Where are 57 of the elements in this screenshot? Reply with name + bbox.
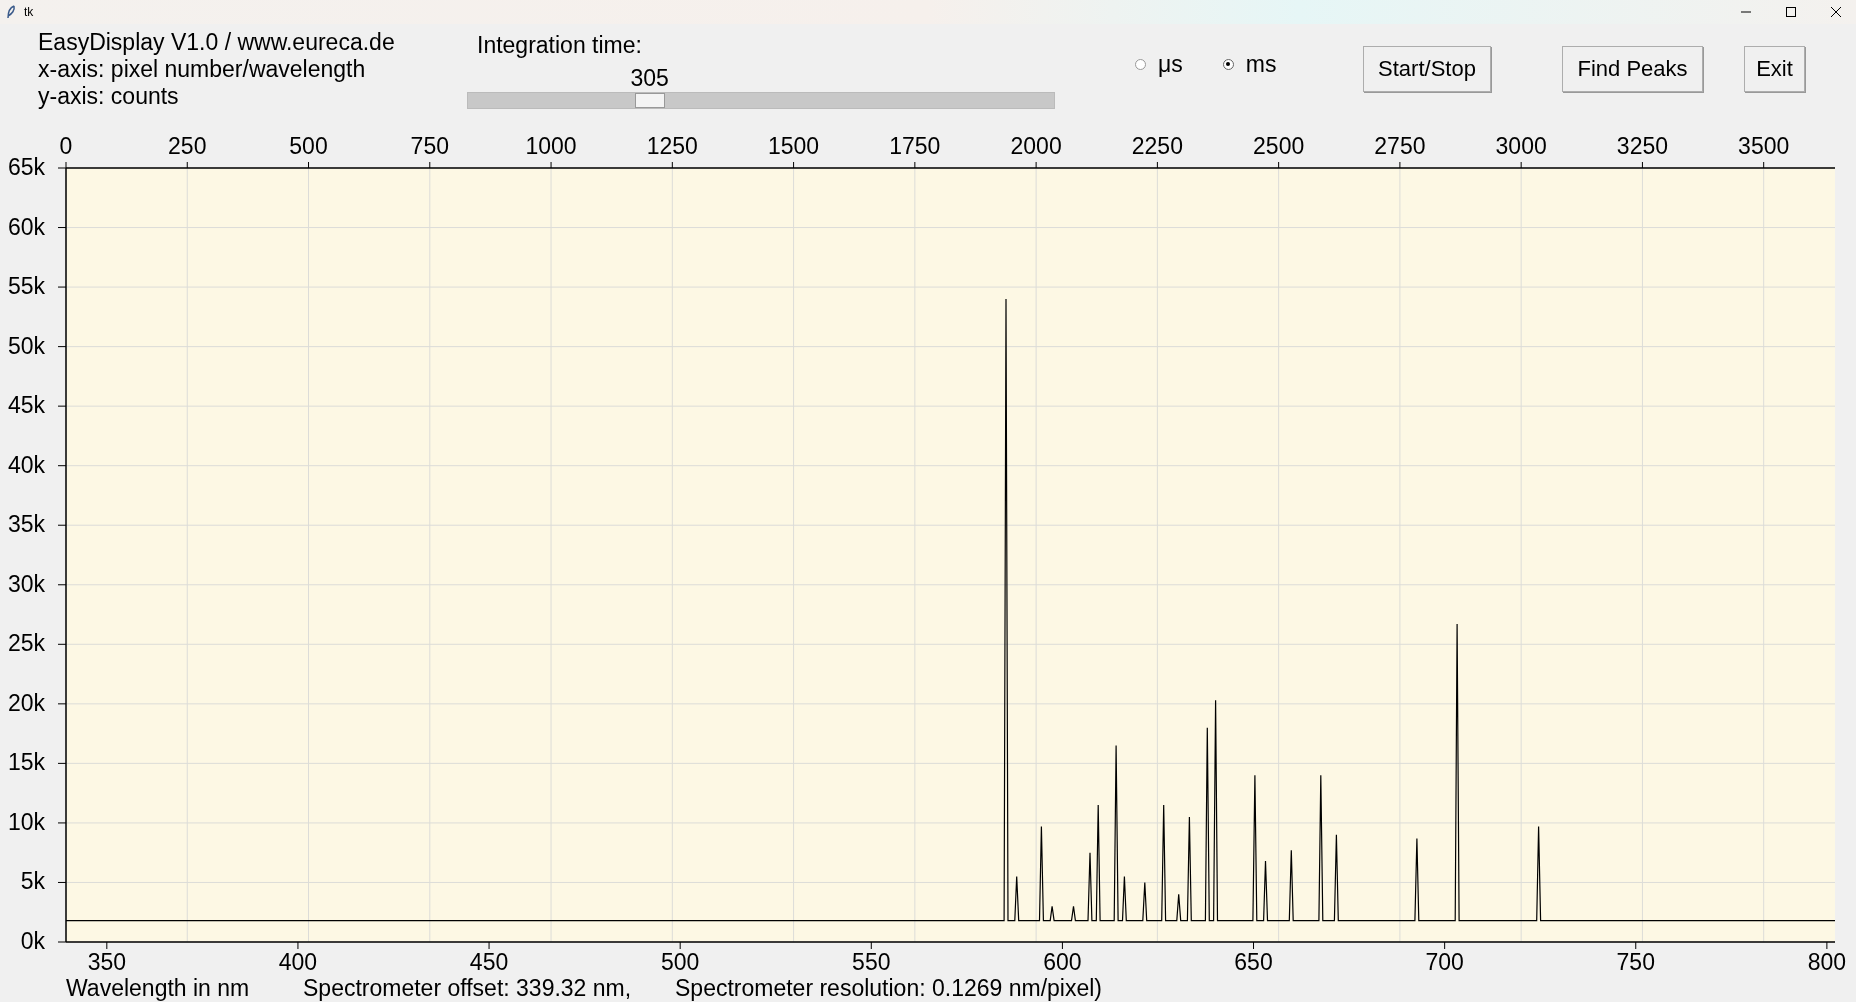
axis-tick-label: 250 [168, 133, 207, 159]
axis-tick-label: 550 [852, 949, 891, 975]
footer-text: Wavelength in nm [66, 975, 251, 1002]
axis-tick-label: 1000 [525, 133, 577, 159]
axis-tick-label: 0 [59, 133, 73, 159]
axis-tick-label: 3250 [1616, 133, 1668, 159]
feather-icon [6, 5, 16, 19]
action-button[interactable]: Find Peaks [1562, 46, 1703, 92]
close-icon[interactable] [1830, 6, 1842, 18]
axis-tick-label: 750 [1616, 949, 1655, 975]
axis-tick-label: 40k [7, 451, 45, 478]
axis-tick-label: 350 [87, 949, 126, 975]
slider-thumb[interactable] [634, 93, 665, 108]
axis-tick-label: 1500 [768, 133, 820, 159]
axis-tick-label: 700 [1425, 949, 1464, 975]
axis-tick-label: 450 [469, 949, 509, 975]
axis-tick-label: 600 [1043, 949, 1082, 975]
axis-tick-label: 20k [7, 689, 45, 716]
axis-tick-label: 500 [289, 133, 328, 159]
axis-tick-label: 500 [661, 949, 700, 975]
axis-tick-label: 30k [7, 570, 45, 597]
axis-tick-label: 3500 [1738, 133, 1790, 159]
window-title: tk [24, 5, 34, 19]
axis-tick-label: 650 [1234, 949, 1273, 975]
info-text: x-axis: pixel number/wavelength [38, 56, 367, 83]
axis-tick-label: 55k [7, 273, 45, 300]
axis-tick-label: 25k [7, 630, 45, 657]
slider-value: 305 [630, 66, 669, 90]
axis-tick-label: 65k [7, 154, 45, 180]
footer-text: Spectrometer resolution: 0.1269 nm/pixel) [675, 975, 1102, 1002]
info-text: y-axis: counts [38, 83, 180, 110]
axis-tick-label: 2250 [1131, 133, 1183, 159]
footer-text: Spectrometer offset: 339.32 nm, [303, 975, 633, 1002]
info-text: EasyDisplay V1.0 / www.eureca.de [38, 29, 396, 56]
axis-tick-label: 2750 [1374, 133, 1426, 159]
axis-tick-label: 10k [7, 808, 45, 835]
axis-tick-label: 800 [1807, 949, 1847, 975]
action-button[interactable]: Start/Stop [1363, 46, 1491, 92]
axis-tick-label: 3000 [1495, 133, 1547, 159]
axis-tick-label: 2500 [1253, 133, 1305, 159]
axis-tick-label: 750 [410, 133, 449, 159]
axis-tick-label: 400 [278, 949, 318, 975]
integration-label: Integration time: [477, 32, 643, 58]
axis-tick-label: 50k [7, 332, 45, 359]
maximize-icon[interactable] [1785, 6, 1797, 18]
axis-tick-label: 5k [20, 868, 45, 895]
axis-tick-label: 45k [7, 392, 45, 419]
axis-tick-label: 35k [7, 511, 45, 538]
axis-tick-label: 1750 [889, 133, 941, 159]
unit-radio[interactable]: μs [1135, 50, 1183, 78]
unit-radio[interactable]: ms [1222, 50, 1277, 78]
axis-tick-label: 2000 [1010, 133, 1062, 159]
axis-tick-label: 15k [7, 749, 45, 776]
axis-tick-label: 0k [20, 928, 45, 954]
action-button[interactable]: Exit [1744, 46, 1805, 92]
axis-tick-label: 60k [7, 213, 45, 240]
axis-tick-label: 1250 [646, 133, 698, 159]
